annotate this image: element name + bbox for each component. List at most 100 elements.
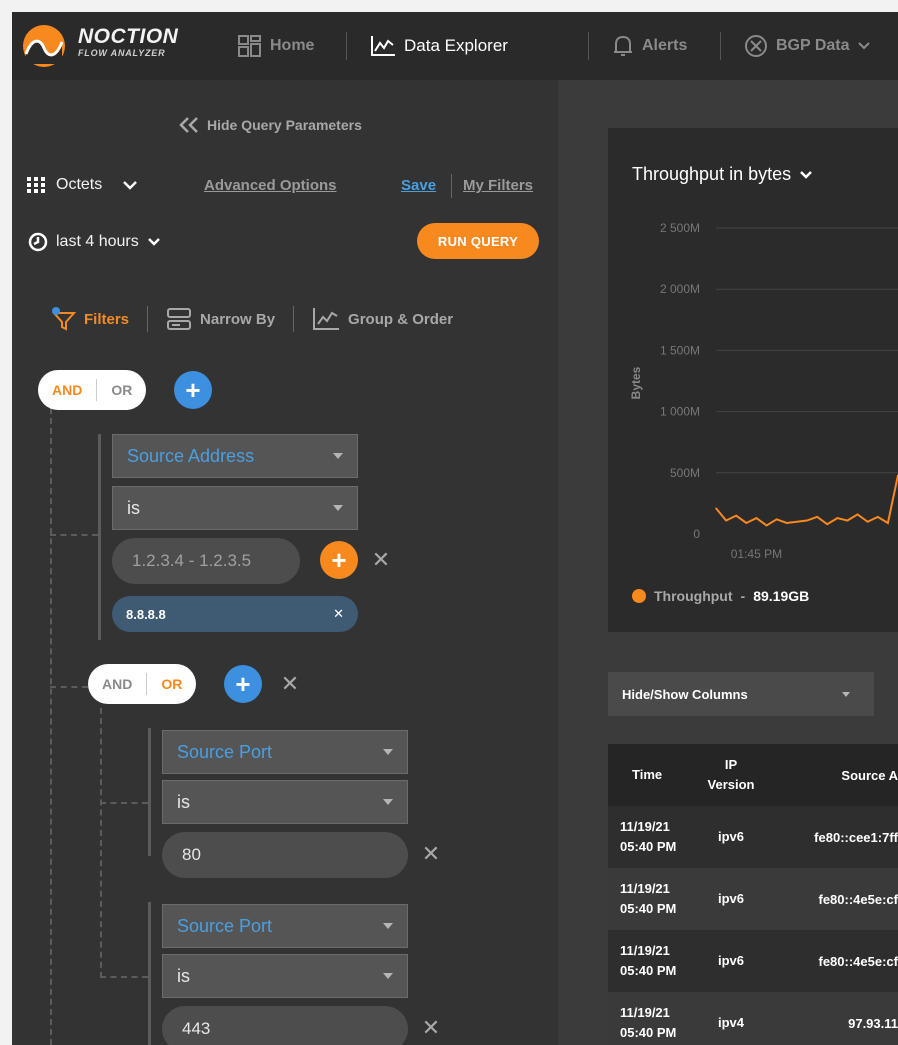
field-select[interactable]: Source Address <box>112 434 358 478</box>
operator-select[interactable]: is <box>162 954 408 998</box>
and-option[interactable]: AND <box>88 676 146 692</box>
legend-value: 89.19GB <box>753 588 810 604</box>
data-point <box>826 523 829 526</box>
y-tick-label: 500M <box>670 466 700 480</box>
remove-icon[interactable]: ✕ <box>370 549 392 571</box>
nav-divider <box>346 32 347 60</box>
caret-down-icon <box>842 691 850 697</box>
my-filters-link[interactable]: My Filters <box>463 177 533 194</box>
root-logic-toggle[interactable]: AND OR <box>38 370 147 410</box>
nav-data-explorer[interactable]: Data Explorer <box>370 34 508 58</box>
data-point <box>715 507 717 510</box>
nav-divider <box>720 32 721 60</box>
nav-home[interactable]: Home <box>238 34 314 58</box>
results-panel: Throughput in bytes 2 500M 2 000M 1 500M 1 … <box>558 80 898 1045</box>
table-header: Time IP Version Source A <box>608 744 898 806</box>
divider <box>147 306 149 332</box>
tree-connector <box>100 708 102 978</box>
col-header-time[interactable]: Time <box>608 765 692 785</box>
data-point <box>775 518 778 521</box>
metric-selector[interactable]: Octets <box>26 176 138 194</box>
time-range-label: last 4 hours <box>56 233 139 250</box>
y-tick-label: 1 000M <box>660 405 700 419</box>
brand-subtitle: FLOW ANALYZER <box>78 48 166 58</box>
group-bracket <box>148 728 151 856</box>
nav-bgp-label: BGP Data <box>776 37 850 54</box>
or-option[interactable]: OR <box>97 382 146 398</box>
remove-group-icon[interactable]: ✕ <box>279 673 301 695</box>
value-input[interactable]: 80 <box>162 832 408 878</box>
tree-connector <box>50 408 52 1045</box>
remove-icon[interactable]: ✕ <box>420 843 442 865</box>
data-point <box>856 513 859 516</box>
table-row[interactable]: 11/19/21 05:40 PM ipv4 97.93.11 <box>608 992 898 1045</box>
noction-logo-icon <box>23 25 65 67</box>
field-select[interactable]: Source Port <box>162 904 408 948</box>
caret-down-icon <box>333 505 343 511</box>
field-select[interactable]: Source Port <box>162 730 408 774</box>
bgp-icon <box>745 35 767 57</box>
line-chart-icon <box>371 36 395 56</box>
table-body: 11/19/21 05:40 PM ipv6 fe80::cee1:7ff 11/19/… <box>608 806 898 1045</box>
operator-select-value: is <box>177 791 190 812</box>
operator-select[interactable]: is <box>112 486 358 530</box>
tree-connector <box>100 802 148 804</box>
caret-down-icon <box>383 973 393 979</box>
cell-ip-version: ipv6 <box>717 953 744 968</box>
operator-select[interactable]: is <box>162 780 408 824</box>
time-range-selector[interactable]: last 4 hours <box>28 232 161 252</box>
app-window: NOCTION FLOW ANALYZER Home Data Explorer <box>12 12 898 1045</box>
add-rule-button[interactable]: + <box>224 665 262 703</box>
chevron-down-icon <box>147 238 160 246</box>
metric-label: Octets <box>56 176 103 193</box>
tab-narrow-by[interactable]: Narrow By <box>166 307 275 331</box>
tab-group-order[interactable]: Group & Order <box>312 307 453 331</box>
cell-date: 11/19/21 <box>620 943 670 958</box>
group-bracket <box>148 902 151 1045</box>
bell-icon <box>614 35 632 56</box>
tree-connector <box>50 534 98 536</box>
sub-logic-toggle[interactable]: AND OR <box>88 664 197 704</box>
cell-source-address: fe80::4e5e:cf <box>818 891 898 907</box>
cell-ip-version: ipv6 <box>717 829 744 844</box>
save-link[interactable]: Save <box>401 177 436 194</box>
tree-connector <box>100 976 148 978</box>
y-tick-label: 1 500M <box>660 343 700 357</box>
hide-query-parameters-button[interactable]: Hide Query Parameters <box>177 116 362 134</box>
value-input[interactable]: 443 <box>162 1006 408 1045</box>
chart-legend[interactable]: Throughput - 89.19GB <box>632 588 809 604</box>
legend-sep: - <box>740 588 746 604</box>
caret-down-icon <box>383 923 393 929</box>
series-line-throughput <box>715 475 898 527</box>
col-header-ip-version[interactable]: IP Version <box>692 755 770 795</box>
nav-alerts[interactable]: Alerts <box>612 34 687 58</box>
and-option[interactable]: AND <box>38 382 96 398</box>
group-chart-icon <box>313 308 340 330</box>
tree-connector <box>50 686 88 688</box>
query-panel: Hide Query Parameters Octets Advanced Op… <box>12 80 558 1045</box>
cell-time: 11/19/21 05:40 PM <box>608 817 692 857</box>
cell-ip-version: ipv6 <box>717 891 744 906</box>
run-query-button[interactable]: RUN QUERY <box>417 223 539 259</box>
table-row[interactable]: 11/19/21 05:40 PM ipv6 fe80::cee1:7ff <box>608 806 898 868</box>
legend-label: Throughput <box>654 588 733 604</box>
tab-filters[interactable]: Filters <box>52 307 129 331</box>
brand[interactable]: NOCTION FLOW ANALYZER <box>78 26 178 59</box>
chip-close-icon[interactable]: ✕ <box>333 606 344 622</box>
advanced-options-link[interactable]: Advanced Options <box>204 177 337 194</box>
or-option[interactable]: OR <box>147 676 196 692</box>
table-row[interactable]: 11/19/21 05:40 PM ipv6 fe80::4e5e:cf <box>608 930 898 992</box>
table-row[interactable]: 11/19/21 05:40 PM ipv6 fe80::4e5e:cf <box>608 868 898 930</box>
hide-show-columns-select[interactable]: Hide/Show Columns <box>608 672 874 716</box>
value-input[interactable]: 1.2.3.4 - 1.2.3.5 <box>112 538 300 584</box>
col-header-source[interactable]: Source A <box>770 768 898 783</box>
add-value-button[interactable]: + <box>320 541 358 579</box>
hide-query-label: Hide Query Parameters <box>207 117 362 133</box>
remove-icon[interactable]: ✕ <box>420 1017 442 1039</box>
caret-down-icon <box>333 453 343 459</box>
add-rule-button[interactable]: + <box>174 371 212 409</box>
nav-data-explorer-label: Data Explorer <box>404 36 508 55</box>
y-axis-label: Bytes <box>629 366 643 399</box>
tab-group-label: Group & Order <box>348 310 454 328</box>
nav-bgp-data[interactable]: BGP Data <box>744 34 870 58</box>
